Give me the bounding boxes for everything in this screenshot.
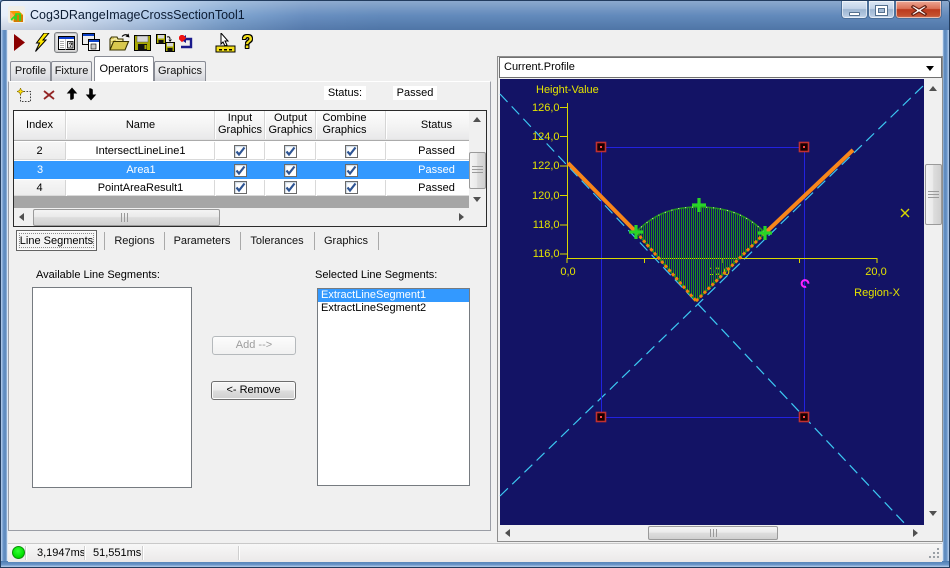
svg-text:120,0: 120,0 xyxy=(532,190,560,202)
svg-text:118,0: 118,0 xyxy=(533,219,560,231)
svg-text:20,0: 20,0 xyxy=(865,266,886,278)
svg-text:126,0: 126,0 xyxy=(532,102,560,114)
svg-text:122,0: 122,0 xyxy=(532,160,560,172)
svg-text:116,0: 116,0 xyxy=(533,248,560,260)
svg-text:Region-X: Region-X xyxy=(854,287,901,299)
svg-text:124,0: 124,0 xyxy=(532,131,560,143)
svg-text:?: ? xyxy=(69,42,73,49)
svg-text:Height-Value: Height-Value xyxy=(536,84,599,96)
svg-text:0,0: 0,0 xyxy=(560,266,575,278)
